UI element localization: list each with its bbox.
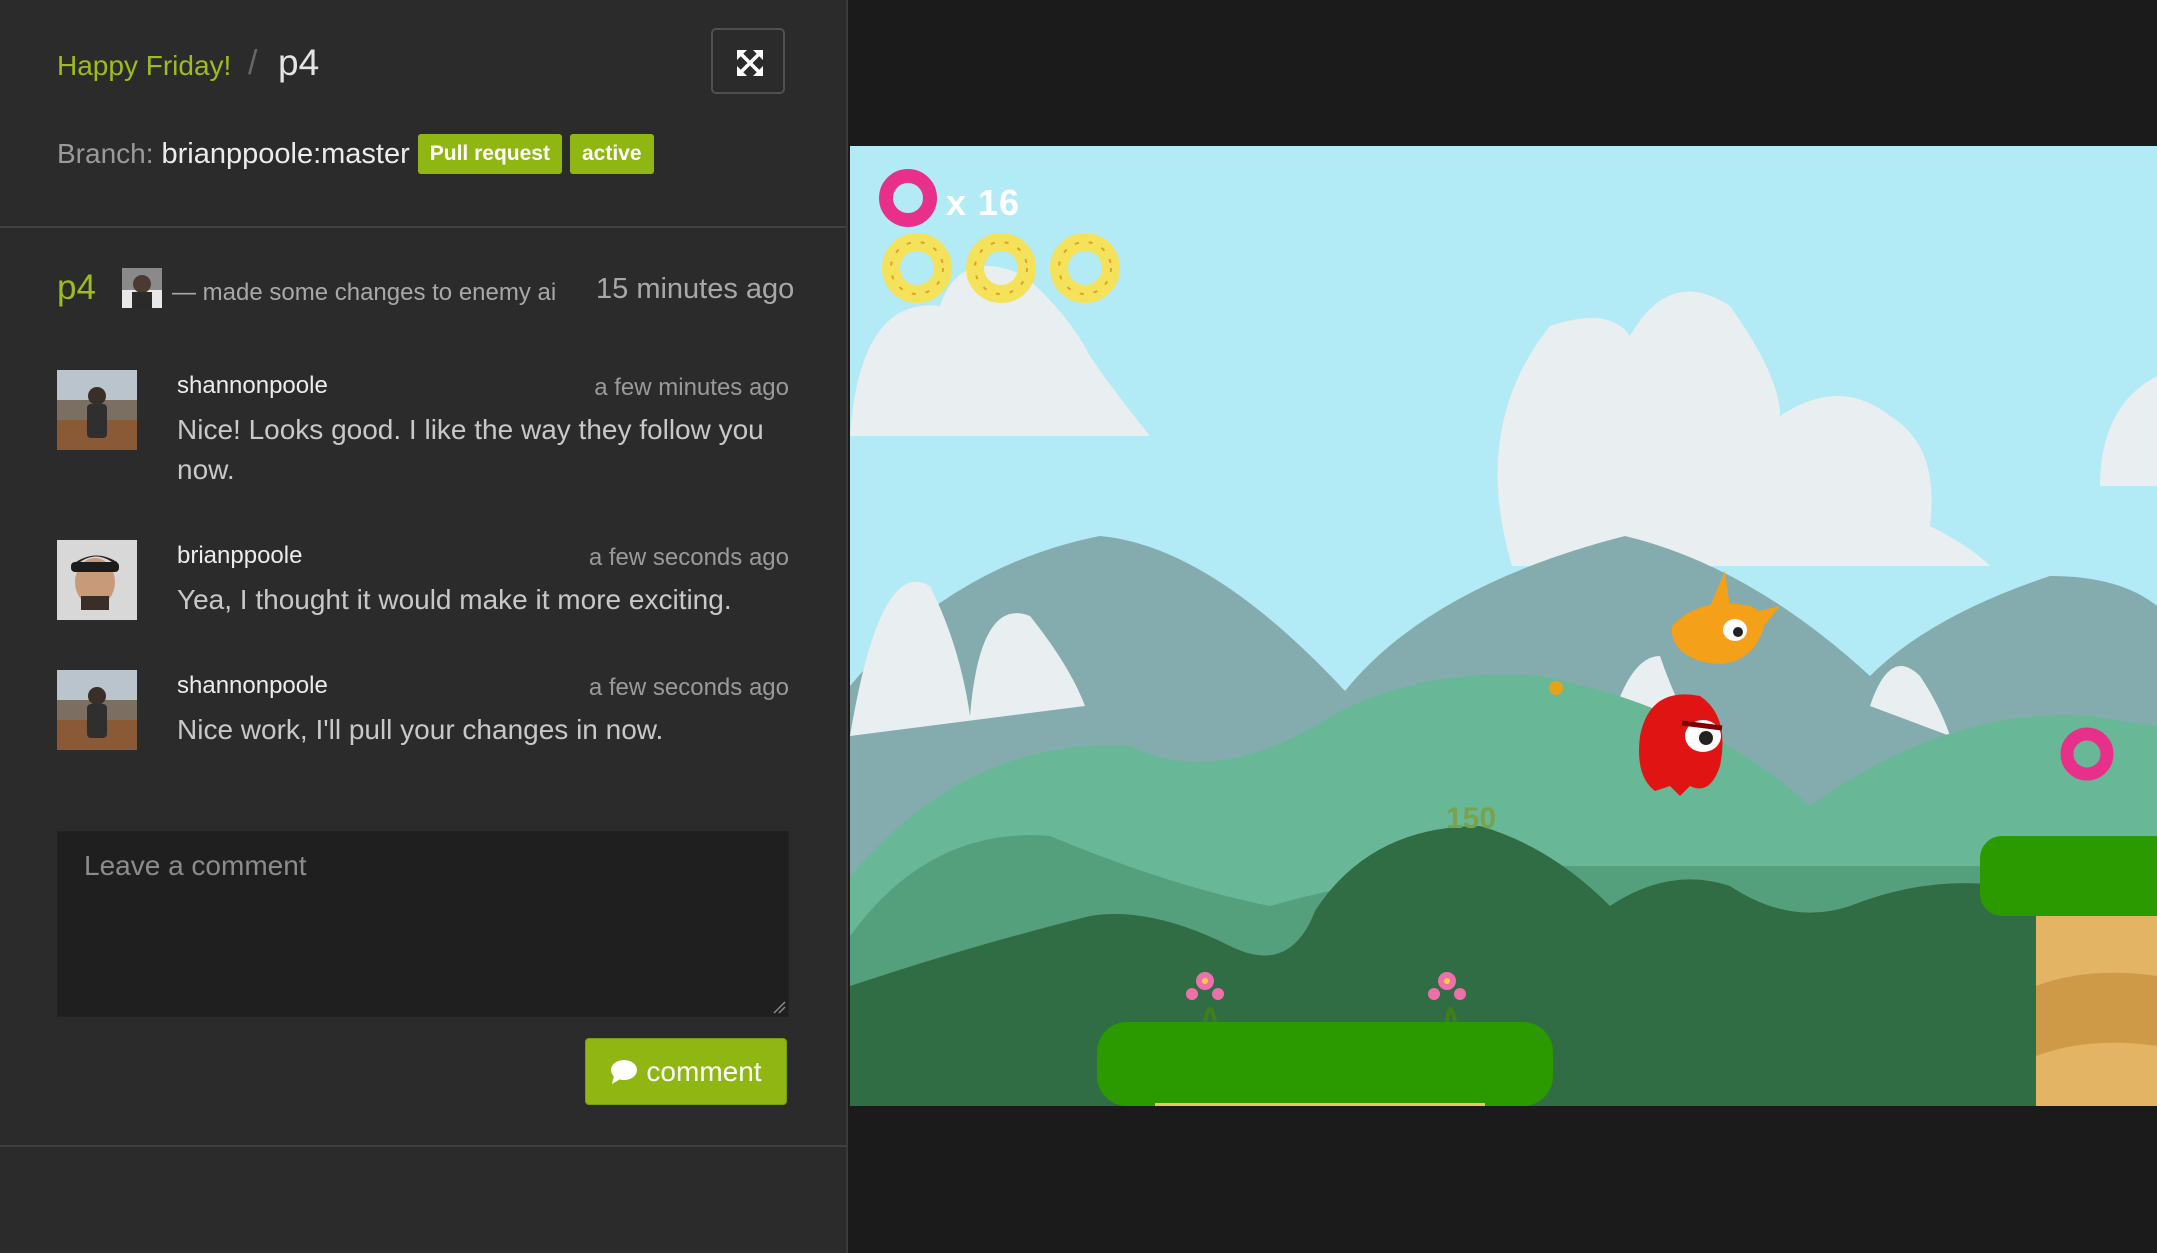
branch-name[interactable]: brianppoole:master — [162, 138, 410, 171]
divider — [0, 1145, 846, 1147]
comment-author[interactable]: shannonpoole — [177, 372, 328, 400]
fullscreen-button[interactable] — [711, 28, 785, 94]
comment-author[interactable]: shannonpoole — [177, 672, 328, 700]
comment-item: shannonpoole a few seconds ago Nice work… — [57, 670, 789, 760]
avatar — [122, 268, 162, 308]
comment-text: Nice! Looks good. I like the way they fo… — [177, 414, 764, 485]
comment-time: a few seconds ago — [588, 544, 789, 571]
comment-submit-label: comment — [646, 1055, 762, 1087]
speech-bubble-icon — [611, 1059, 638, 1084]
pull-request-badge[interactable]: Pull request — [417, 134, 562, 174]
branch-label: Branch: — [57, 138, 154, 169]
player-character — [1639, 694, 1723, 796]
comment-input[interactable] — [57, 831, 789, 1017]
commit-message: — made some changes to enemy ai — [172, 279, 557, 306]
project-link[interactable]: Happy Friday! — [57, 50, 231, 82]
comment-time: a few minutes ago — [594, 374, 789, 401]
bee-sprite — [1549, 681, 1563, 695]
comment-item: shannonpoole a few minutes ago Nice! Loo… — [57, 370, 789, 490]
comment-submit-button[interactable]: comment — [585, 1038, 787, 1105]
game-scene — [850, 146, 2157, 1106]
comment-item: brianppoole a few seconds ago Yea, I tho… — [57, 540, 789, 630]
avatar — [57, 670, 137, 750]
resize-handle-icon[interactable] — [772, 1000, 786, 1014]
branch-info: Branch: brianppoole:master Pull request … — [57, 134, 662, 174]
expand-arrows-icon — [737, 50, 763, 76]
score-popup: 150 — [1446, 802, 1497, 835]
build-title: p4 — [278, 42, 320, 83]
status-badge: active — [569, 134, 654, 174]
comment-text: Nice work, I'll pull your changes in now… — [177, 714, 664, 745]
commit-id[interactable]: p4 — [57, 268, 96, 308]
comment-time: a few seconds ago — [588, 674, 789, 701]
avatar — [57, 540, 137, 620]
breadcrumb-separator: / — [248, 44, 258, 82]
avatar — [57, 370, 137, 450]
donut-counter: x 16 — [946, 182, 1021, 223]
panel-header: Happy Friday! / p4 Branch: brianppoole:m… — [0, 0, 846, 228]
comment-text: Yea, I thought it would make it more exc… — [177, 584, 732, 615]
commit-time: 15 minutes ago — [596, 273, 795, 305]
build-panel: Happy Friday! / p4 Branch: brianppoole:m… — [0, 0, 848, 1253]
comment-author[interactable]: brianppoole — [177, 542, 302, 570]
game-canvas[interactable]: x 16 150 — [850, 146, 2157, 1106]
